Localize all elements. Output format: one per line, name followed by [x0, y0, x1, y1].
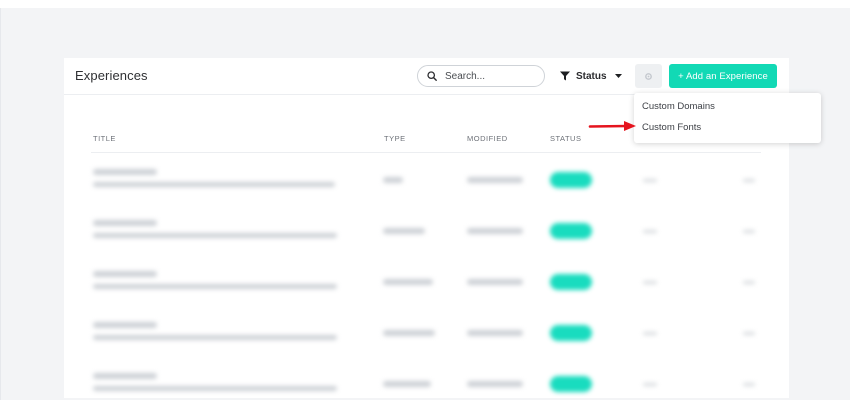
row-dash: [643, 281, 657, 284]
status-filter-button[interactable]: Status: [560, 69, 622, 83]
column-header-modified: MODIFIED: [467, 134, 508, 143]
status-pill: [550, 325, 592, 341]
status-pill: [550, 172, 592, 188]
menu-item-custom-domains[interactable]: Custom Domains: [642, 101, 715, 112]
settings-dropdown-menu: Custom Domains Custom Fonts: [634, 93, 821, 143]
row-type-placeholder: [383, 381, 431, 387]
row-dash: [643, 383, 657, 386]
row-action-dash: [743, 332, 755, 335]
row-title-placeholder: [93, 220, 157, 226]
row-action-dash: [743, 281, 755, 284]
row-subtitle-placeholder: [93, 386, 337, 391]
search-icon: [427, 71, 437, 81]
column-header-status: STATUS: [550, 134, 582, 143]
column-header-title: TITLE: [93, 134, 116, 143]
status-pill: [550, 223, 592, 239]
row-subtitle-placeholder: [93, 233, 337, 238]
table-row[interactable]: [64, 359, 789, 400]
row-type-placeholder: [383, 228, 425, 234]
top-strip: [0, 0, 850, 8]
row-date-placeholder: [467, 228, 523, 234]
table-row[interactable]: [64, 155, 789, 206]
row-type-placeholder: [383, 330, 435, 336]
row-title-placeholder: [93, 322, 157, 328]
card-header: Experiences Status + Add an Experience: [64, 58, 789, 95]
row-action-dash: [743, 179, 755, 182]
row-subtitle-placeholder: [93, 182, 335, 187]
red-arrow-icon: [588, 121, 636, 131]
filter-icon: [560, 71, 570, 81]
status-pill: [550, 274, 592, 290]
settings-button[interactable]: [635, 64, 662, 88]
search-box[interactable]: [417, 65, 545, 87]
row-dash: [643, 230, 657, 233]
row-date-placeholder: [467, 177, 523, 183]
row-subtitle-placeholder: [93, 335, 337, 340]
gear-icon: [645, 72, 652, 80]
row-subtitle-placeholder: [93, 284, 337, 289]
page-title: Experiences: [75, 68, 148, 83]
row-title-placeholder: [93, 169, 157, 175]
row-action-dash: [743, 383, 755, 386]
page-edge: [0, 8, 1, 400]
caret-down-icon: [614, 74, 622, 78]
row-date-placeholder: [467, 330, 523, 336]
row-date-placeholder: [467, 279, 523, 285]
row-type-placeholder: [383, 279, 433, 285]
row-date-placeholder: [467, 381, 523, 387]
row-type-placeholder: [383, 177, 403, 183]
table-row[interactable]: [64, 257, 789, 308]
column-header-type: TYPE: [384, 134, 406, 143]
status-pill: [550, 376, 592, 392]
table-row[interactable]: [64, 308, 789, 359]
row-dash: [643, 179, 657, 182]
menu-item-custom-fonts[interactable]: Custom Fonts: [642, 122, 701, 133]
table-row[interactable]: [64, 206, 789, 257]
row-title-placeholder: [93, 373, 157, 379]
table-body: [64, 155, 789, 400]
row-title-placeholder: [93, 271, 157, 277]
add-experience-button[interactable]: + Add an Experience: [669, 64, 777, 88]
row-action-dash: [743, 230, 755, 233]
row-dash: [643, 332, 657, 335]
status-filter-label: Status: [576, 70, 607, 82]
search-input[interactable]: [445, 70, 535, 82]
